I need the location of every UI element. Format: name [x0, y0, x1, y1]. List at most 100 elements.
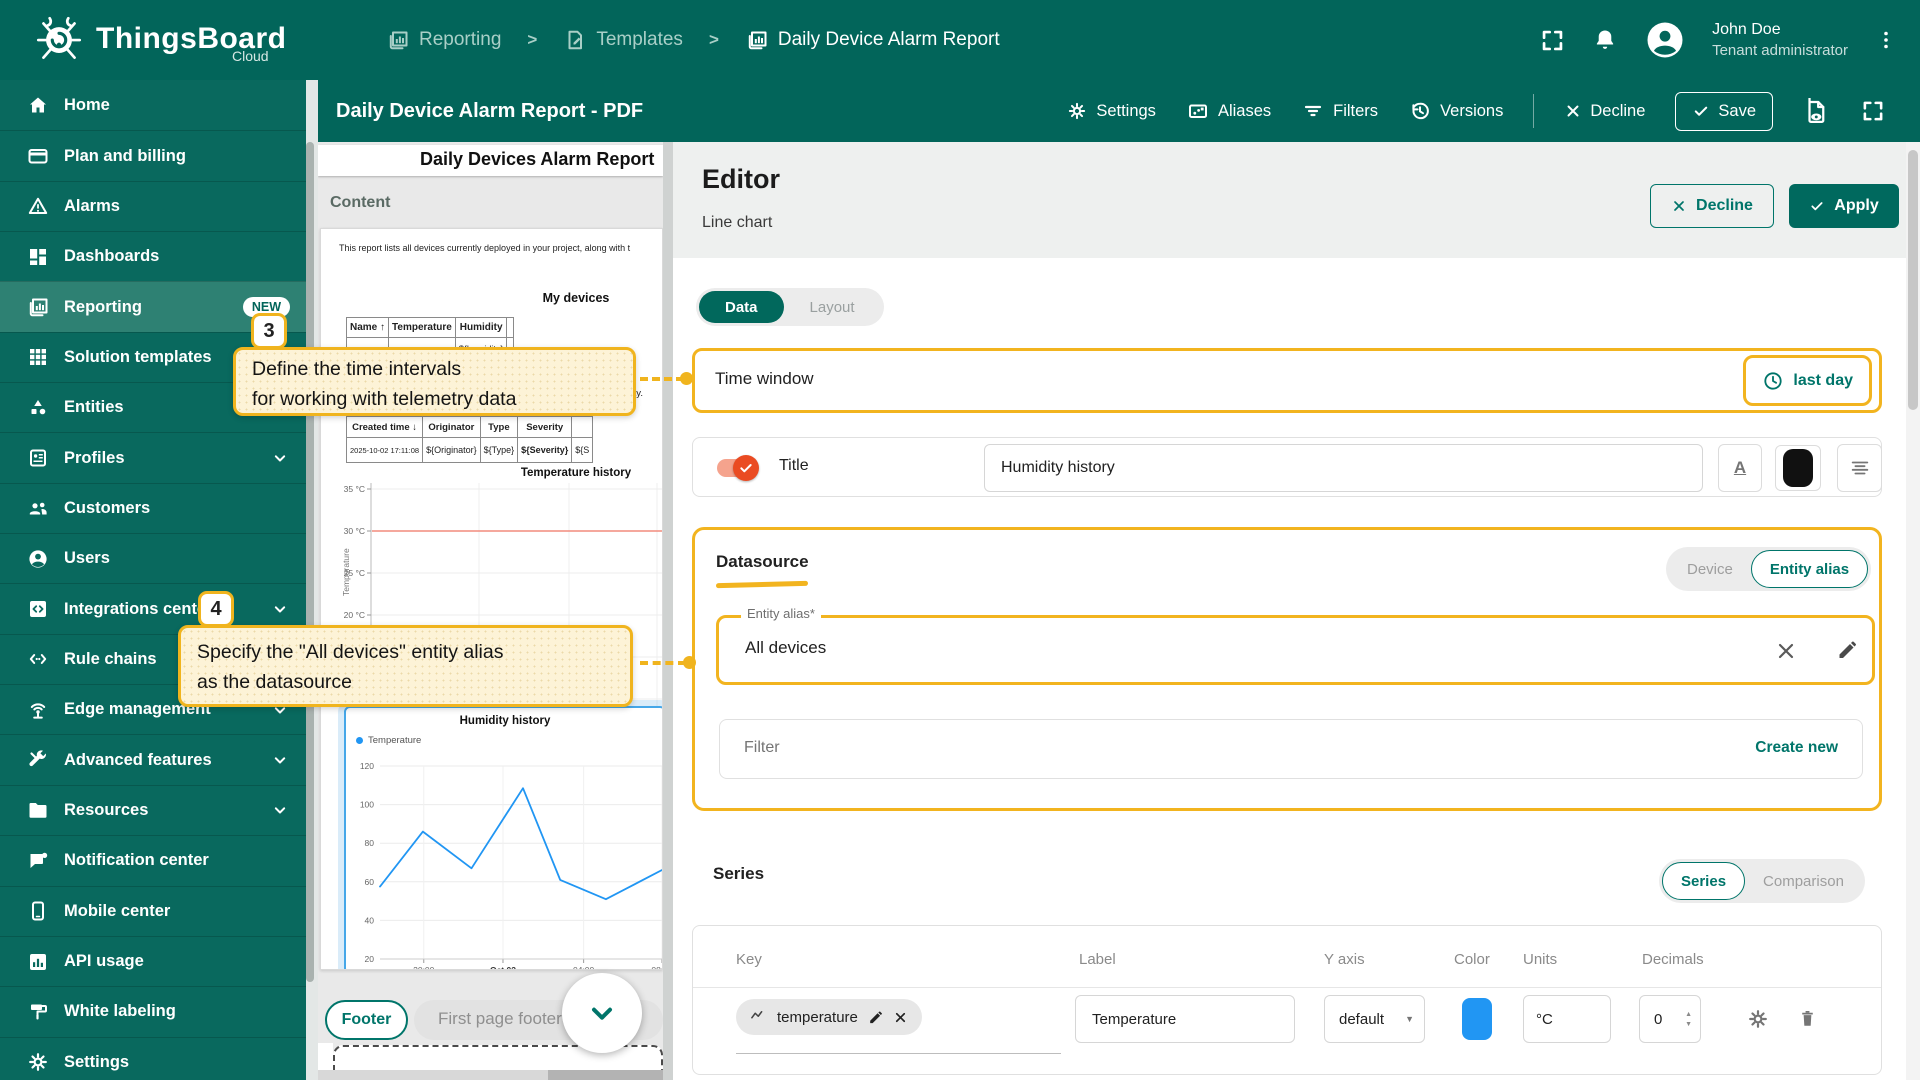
alarm-icon: [26, 194, 50, 218]
preview-vscrollbar[interactable]: [663, 142, 673, 1080]
reporting-icon: [26, 295, 50, 319]
sidebar-item-notification-center[interactable]: Notification center: [0, 835, 306, 885]
preview-hscrollbar[interactable]: [318, 1070, 663, 1080]
sidebar-item-alarms[interactable]: Alarms: [0, 180, 306, 231]
footer-chip[interactable]: Footer: [325, 1000, 408, 1040]
type-option-entity-alias[interactable]: Entity alias: [1750, 550, 1869, 588]
sidebar-scrollbar[interactable]: [306, 80, 318, 1080]
time-window-value: last day: [1793, 371, 1853, 389]
filters-button[interactable]: Filters: [1301, 99, 1378, 123]
settings-button[interactable]: Settings: [1066, 100, 1156, 122]
sidebar-item-label: Reporting: [64, 297, 142, 316]
edge-icon: [26, 698, 50, 722]
svg-text:20:00: 20:00: [413, 965, 435, 970]
series-key-chip[interactable]: temperature: [736, 999, 922, 1035]
callout-4: Specify the "All devices" entity alias a…: [178, 625, 633, 707]
time-window-card[interactable]: Time window last day: [692, 348, 1882, 413]
preview-report-icon[interactable]: [1803, 97, 1830, 125]
user-name: John Doe: [1712, 21, 1781, 39]
sidebar-item-mobile-center[interactable]: Mobile center: [0, 885, 306, 936]
series-table-card: Key Label Y axis Color Units Decimals tempera…: [692, 925, 1882, 1075]
mode-option-series[interactable]: Series: [1662, 862, 1746, 900]
units-input[interactable]: [1523, 995, 1611, 1043]
font-style-button[interactable]: A: [1718, 444, 1762, 492]
avatar[interactable]: [1644, 19, 1686, 61]
timeseries-icon: [750, 1008, 768, 1026]
series-mode-toggle[interactable]: Series Comparison: [1659, 859, 1865, 903]
sidebar-item-label: Profiles: [64, 448, 125, 467]
sidebar-item-users[interactable]: Users: [0, 533, 306, 583]
breadcrumb-item[interactable]: Daily Device Alarm Report: [745, 28, 1000, 52]
humidity-chart-widget-selected[interactable]: Humidity history Temperature 120 100 80 60 4…: [344, 706, 662, 970]
create-new-link[interactable]: Create new: [1755, 739, 1838, 757]
breadcrumb-item[interactable]: Templates: [563, 28, 683, 52]
editor-scrollbar[interactable]: [1906, 142, 1920, 1080]
breadcrumb-item[interactable]: Reporting: [386, 28, 501, 52]
callout-4-line-2: as the datasource: [197, 671, 353, 693]
clear-icon[interactable]: [1774, 639, 1798, 663]
sidebar-item-white-labeling[interactable]: White labeling: [0, 986, 306, 1036]
series-label-input[interactable]: [1075, 995, 1295, 1043]
collapse-fab[interactable]: [562, 973, 642, 1053]
edit-pencil-icon[interactable]: [1835, 638, 1859, 662]
series-delete-trash-icon[interactable]: [1796, 1007, 1819, 1030]
type-option-device[interactable]: Device: [1669, 550, 1751, 588]
sidebar-item-profiles[interactable]: Profiles: [0, 432, 306, 482]
title-color-button[interactable]: [1775, 445, 1821, 491]
versions-button[interactable]: Versions: [1408, 99, 1503, 123]
sidebar-item-home[interactable]: Home: [0, 80, 306, 130]
title-input[interactable]: [984, 444, 1703, 492]
sidebar-item-plan-and-billing[interactable]: Plan and billing: [0, 130, 306, 180]
breadcrumb: Reporting > Templates > Daily Device Alarm R…: [386, 0, 1000, 80]
series-color-swatch[interactable]: [1462, 998, 1492, 1040]
fullscreen-icon[interactable]: [1860, 98, 1886, 124]
decimals-stepper[interactable]: 0 ▲ ▼: [1639, 995, 1701, 1043]
sidebar-item-dashboards[interactable]: Dashboards: [0, 231, 306, 281]
fullscreen-icon[interactable]: [1539, 27, 1566, 54]
sidebar-item-resources[interactable]: Resources: [0, 784, 306, 835]
time-window-value-button[interactable]: last day: [1743, 355, 1872, 406]
callout-3-connector-dot: [680, 372, 693, 385]
entity-alias-field[interactable]: Entity alias* All devices: [716, 606, 1875, 685]
remove-icon[interactable]: [893, 1010, 908, 1025]
alignment-button[interactable]: [1837, 444, 1882, 492]
series-column-header: Color: [1454, 951, 1490, 968]
tab-data[interactable]: Data: [699, 291, 784, 323]
clock-icon: [1762, 370, 1784, 392]
chevron-down-icon: ▼: [1405, 1014, 1414, 1024]
svg-text:20: 20: [365, 954, 375, 964]
sidebar-item-label: Users: [64, 549, 110, 568]
y-axis-select[interactable]: default ▼: [1324, 995, 1425, 1043]
notifications-bell-icon[interactable]: [1592, 27, 1618, 53]
series-settings-gear-icon[interactable]: [1746, 1007, 1770, 1031]
report-content-card[interactable]: This report lists all devices currently …: [320, 228, 663, 970]
api-icon: [26, 950, 50, 974]
filter-field[interactable]: Filter Create new: [719, 719, 1863, 779]
editor-apply-button[interactable]: Apply: [1789, 184, 1899, 228]
stepper-arrows[interactable]: ▲ ▼: [1685, 1011, 1692, 1028]
color-swatch-black: [1783, 449, 1813, 487]
integrations-icon: [26, 597, 50, 621]
save-button[interactable]: Save: [1675, 91, 1773, 131]
editor-tabs: Data Layout: [696, 288, 884, 326]
users-icon: [26, 547, 50, 571]
datasource-type-toggle[interactable]: Device Entity alias: [1666, 547, 1872, 591]
sidebar-item-label: API usage: [64, 952, 144, 971]
sidebar-item-settings[interactable]: Settings: [0, 1036, 306, 1080]
mode-option-comparison[interactable]: Comparison: [1745, 862, 1862, 900]
editor-decline-button[interactable]: Decline: [1650, 184, 1774, 228]
sidebar-item-api-usage[interactable]: API usage: [0, 935, 306, 986]
sidebar-item-label: Dashboards: [64, 247, 160, 266]
tab-layout[interactable]: Layout: [784, 291, 881, 323]
aliases-button[interactable]: Aliases: [1186, 99, 1271, 123]
series-key-label: temperature: [777, 1008, 858, 1026]
edit-pencil-icon[interactable]: [867, 1009, 884, 1026]
billing-icon: [26, 144, 50, 168]
title-toggle-on[interactable]: [717, 455, 759, 481]
kebab-menu-icon[interactable]: [1874, 28, 1898, 52]
user-block[interactable]: John Doe Tenant administrator: [1712, 19, 1848, 61]
decline-button[interactable]: Decline: [1564, 102, 1645, 121]
sidebar-item-advanced-features[interactable]: Advanced features: [0, 734, 306, 784]
breadcrumb-label: Daily Device Alarm Report: [777, 29, 1000, 50]
sidebar-item-customers[interactable]: Customers: [0, 482, 306, 533]
